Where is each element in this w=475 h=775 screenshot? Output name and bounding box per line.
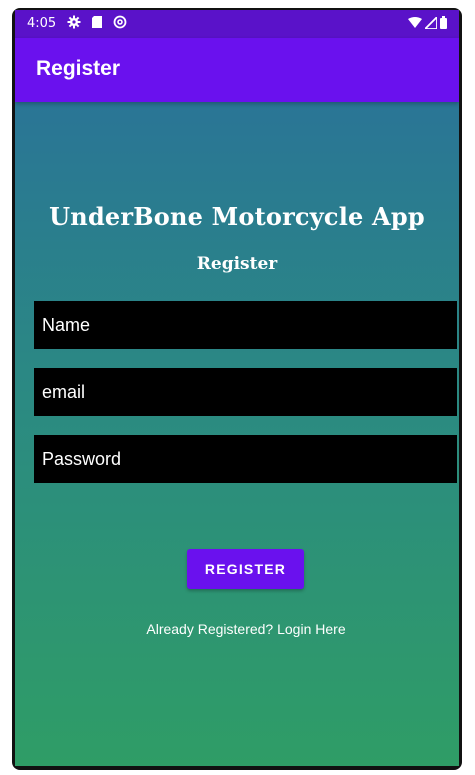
app-bar-title: Register <box>36 57 121 80</box>
gear-icon <box>67 15 81 33</box>
status-icons-right <box>408 14 447 33</box>
phone-frame: 4:05 Register UnderBone Motorcycle App R… <box>12 8 462 770</box>
register-button[interactable]: REGISTER <box>187 549 304 589</box>
app-bar: Register <box>15 38 459 102</box>
register-form-area: UnderBone Motorcycle App Register Name e… <box>15 102 459 766</box>
login-link[interactable]: Already Registered? Login Here <box>15 621 459 637</box>
battery-icon <box>440 16 447 33</box>
status-icons-left <box>67 15 127 33</box>
password-field[interactable]: Password <box>34 435 457 483</box>
status-time: 4:05 <box>27 16 57 31</box>
screen-subtitle: Register <box>196 254 278 274</box>
app-title: UnderBone Motorcycle App <box>49 202 425 231</box>
sd-card-icon <box>91 15 103 33</box>
at-icon <box>113 15 127 33</box>
signal-icon <box>422 14 438 33</box>
name-field[interactable]: Name <box>34 301 457 349</box>
status-bar: 4:05 <box>15 10 459 38</box>
wifi-icon <box>408 16 422 33</box>
screen: 4:05 Register UnderBone Motorcycle App R… <box>15 10 459 766</box>
email-field[interactable]: email <box>34 368 457 416</box>
